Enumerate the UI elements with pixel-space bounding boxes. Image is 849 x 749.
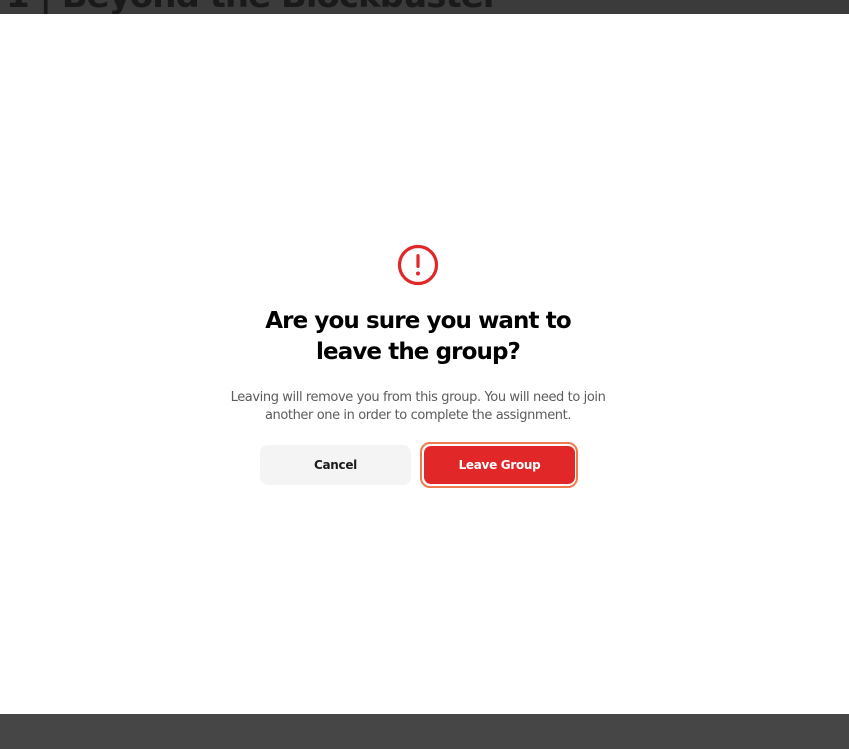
alert-circle-icon <box>397 244 439 286</box>
dialog-message-line1: Leaving will remove you from this group.… <box>230 390 606 405</box>
background-page-title: 1 | Beyond the Blockbuster <box>6 0 500 14</box>
dialog-message-line2: another one in order to complete the ass… <box>264 408 572 423</box>
leave-group-button[interactable]: Leave Group <box>424 446 575 484</box>
background-footer <box>0 714 849 749</box>
dialog-title: Are you sure you want to leave the group… <box>0 306 836 368</box>
dialog-title-line1: Are you sure you want to <box>265 308 571 334</box>
dialog-title-line2: leave the group? <box>316 339 521 365</box>
dialog-message: Leaving will remove you from this group.… <box>0 389 836 425</box>
background-header: 1 | Beyond the Blockbuster <box>0 0 849 14</box>
leave-group-dialog: Are you sure you want to leave the group… <box>0 14 849 714</box>
cancel-button[interactable]: Cancel <box>260 445 411 485</box>
